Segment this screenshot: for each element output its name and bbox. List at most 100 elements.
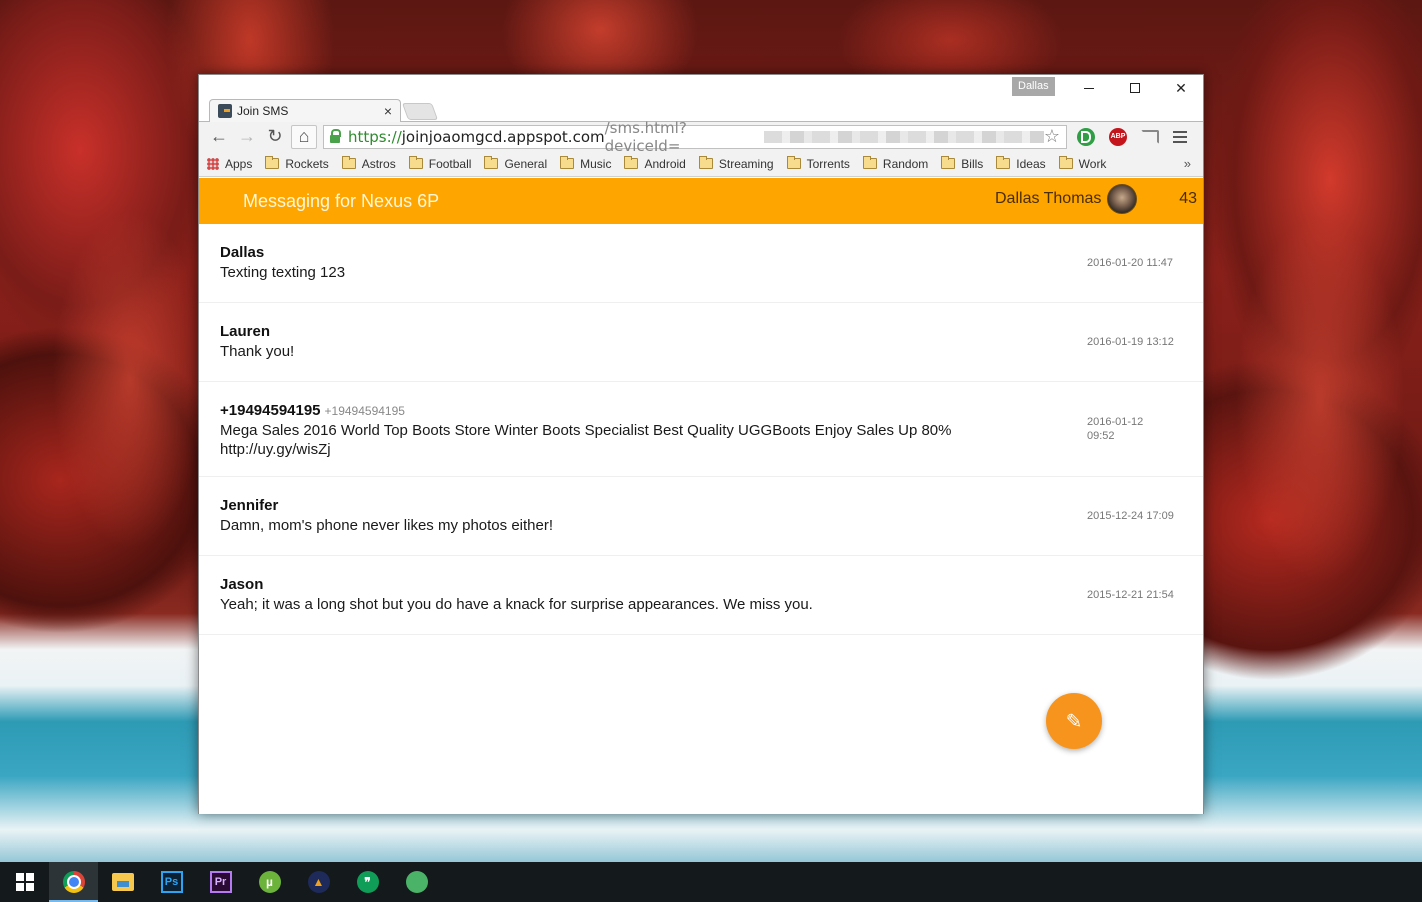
bookmark-label: Streaming (718, 156, 774, 171)
bookmark-folder[interactable]: Android (624, 156, 686, 171)
tab-title: Join SMS (237, 104, 289, 118)
bookmark-label: Android (644, 156, 686, 171)
folder-icon (265, 156, 280, 169)
browser-window: Dallas ✕ Join SMS × ← → ↻ ⌂ https://join… (198, 74, 1204, 814)
list-item[interactable]: +19494594195 +19494594195 Mega Sales 2016… (199, 382, 1203, 477)
bookmark-label: Ideas (1016, 156, 1046, 171)
hangouts-taskbar-button[interactable]: ❞ (343, 862, 392, 902)
premiere-taskbar-button[interactable]: Pr (196, 862, 245, 902)
message-preview: Damn, mom's phone never likes my photos … (220, 517, 554, 534)
adblock-plus-icon[interactable]: ABP (1109, 127, 1127, 146)
file-explorer-taskbar-button[interactable] (98, 862, 147, 902)
bookmark-folder[interactable]: Streaming (698, 156, 774, 171)
vpn-taskbar-button[interactable]: ▲ (294, 862, 343, 902)
pushbullet-taskbar-button[interactable] (392, 862, 441, 902)
bookmarks-bar: Apps Rockets Astros Football General Mus… (199, 151, 1203, 177)
new-tab-button[interactable] (401, 103, 439, 120)
address-bar[interactable]: https://joinjoaomgcd.appspot.com/sms.htm… (323, 119, 1067, 155)
folder-icon (996, 156, 1011, 169)
hangouts-icon: ❞ (356, 871, 379, 893)
folder-icon (786, 156, 801, 169)
bookmarks-overflow-button[interactable]: » (1184, 156, 1191, 171)
close-window-button[interactable]: ✕ (1159, 77, 1203, 99)
bookmark-folder[interactable]: Football (408, 156, 472, 171)
list-item[interactable]: Jennifer Damn, mom's phone never likes m… (199, 477, 1203, 556)
browser-toolbar: ← → ↻ ⌂ https://joinjoaomgcd.appspot.com… (199, 119, 1203, 155)
folder-icon (624, 156, 639, 169)
photoshop-taskbar-button[interactable]: Ps (147, 862, 196, 902)
bookmark-label: Football (428, 156, 472, 171)
bookmark-folder[interactable]: Work (1058, 156, 1106, 171)
list-item[interactable]: Lauren Thank you! 2016-01-19 13:12 (199, 303, 1203, 382)
folder-icon (560, 156, 575, 169)
sender-number: +19494594195 (324, 404, 405, 418)
bookmark-folder[interactable]: Ideas (996, 156, 1046, 171)
message-timestamp: 2016-01-19 13:12 (1087, 336, 1174, 348)
sms-app: Messaging for Nexus 6P Dallas Thomas 43 … (199, 178, 1203, 814)
sender-name: Lauren (220, 323, 271, 340)
bookmark-label: Rockets (285, 156, 329, 171)
home-button[interactable]: ⌂ (291, 124, 317, 149)
user-name: Dallas Thomas (995, 190, 1102, 207)
forward-arrow-icon: → (238, 126, 256, 146)
utorrent-icon: µ (258, 871, 281, 893)
message-timestamp: 2015-12-24 17:09 (1087, 510, 1174, 522)
utorrent-taskbar-button[interactable]: µ (245, 862, 294, 902)
start-button[interactable] (0, 862, 49, 902)
windows-logo-icon (15, 873, 34, 891)
compose-button[interactable]: ✎ (1046, 693, 1102, 749)
pushbullet-icon[interactable] (1077, 127, 1095, 146)
folder-icon (1058, 156, 1073, 169)
maximize-button[interactable] (1113, 77, 1157, 99)
bookmark-star-icon[interactable]: ☆ (1044, 126, 1060, 147)
maximize-icon (1130, 83, 1140, 93)
back-button[interactable]: ← (205, 125, 233, 149)
chrome-menu-icon[interactable] (1173, 130, 1187, 143)
conversation-list: Dallas Texting texting 123 2016-01-20 11… (199, 224, 1203, 635)
bookmark-folder[interactable]: Astros (341, 156, 396, 171)
forward-button[interactable]: → (233, 125, 261, 149)
sender-name: +19494594195 +19494594195 (220, 402, 405, 419)
list-item[interactable]: Jason Yeah; it was a long shot but you d… (199, 556, 1203, 635)
profile-badge[interactable]: Dallas (1012, 77, 1055, 96)
lock-icon (330, 128, 341, 143)
tab-join-sms[interactable]: Join SMS × (209, 99, 401, 122)
bookmark-label: Bills (961, 156, 984, 171)
bookmark-folder[interactable]: Music (560, 156, 611, 171)
join-favicon-icon (218, 104, 232, 118)
bookmark-folder[interactable]: Random (862, 156, 929, 171)
bookmark-label: Torrents (806, 156, 850, 171)
bookmark-apps[interactable]: Apps (207, 157, 252, 171)
message-preview: Texting texting 123 (220, 264, 346, 281)
url-scheme: https:// (347, 127, 402, 146)
list-item[interactable]: Dallas Texting texting 123 2016-01-20 11… (199, 224, 1203, 303)
folder-icon (698, 156, 713, 169)
bookmark-label: Random (882, 156, 929, 171)
message-timestamp: 2015-12-21 21:54 (1087, 589, 1174, 601)
title-bar: Dallas ✕ (199, 75, 1203, 99)
sender-name: Dallas (220, 244, 265, 261)
photoshop-icon: Ps (160, 871, 183, 893)
folder-icon (341, 156, 356, 169)
taskbar: Ps Pr µ ▲ ❞ (0, 862, 1422, 902)
minimize-icon (1084, 87, 1094, 89)
avatar[interactable] (1107, 184, 1137, 214)
cast-icon[interactable] (1141, 129, 1159, 144)
bookmark-label: Apps (225, 156, 253, 171)
message-timestamp: 2016-01-20 11:47 (1087, 257, 1174, 269)
tab-close-icon[interactable]: × (384, 103, 392, 119)
chrome-taskbar-button[interactable] (49, 862, 98, 902)
bookmark-folder[interactable]: General (484, 156, 547, 171)
folder-icon (484, 156, 499, 169)
home-icon: ⌂ (298, 126, 310, 146)
bookmark-folder[interactable]: Rockets (265, 156, 329, 171)
bookmark-folder[interactable]: Bills (941, 156, 984, 171)
reload-button[interactable]: ↻ (261, 125, 289, 149)
app-header: Messaging for Nexus 6P Dallas Thomas 43 (199, 178, 1203, 224)
url-host: joinjoaomgcd.appspot.com (401, 127, 605, 146)
message-preview: Yeah; it was a long shot but you do have… (220, 596, 813, 613)
premiere-icon: Pr (209, 871, 232, 893)
bookmark-folder[interactable]: Torrents (786, 156, 850, 171)
minimize-button[interactable] (1067, 77, 1111, 99)
folder-icon (862, 156, 877, 169)
